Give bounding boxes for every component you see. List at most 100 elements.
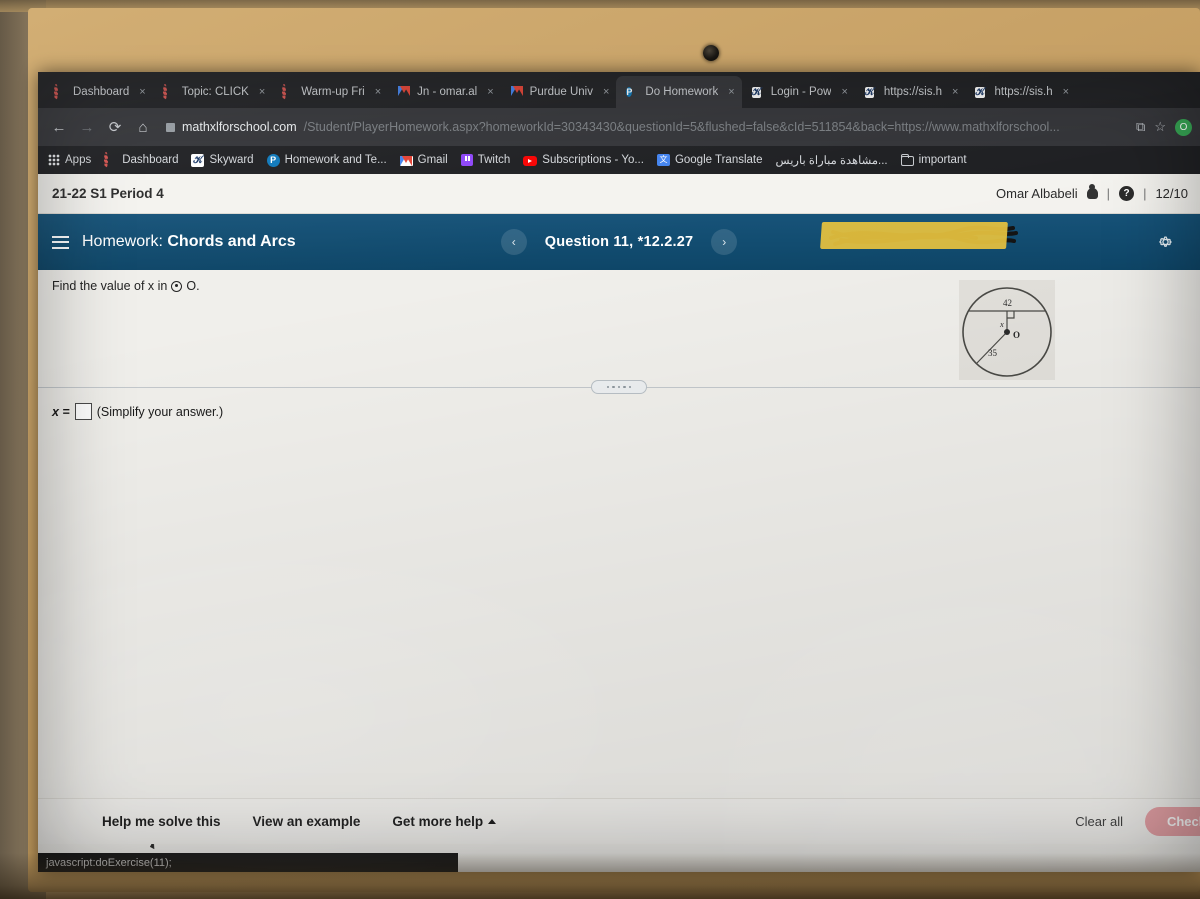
- yellow-highlighter-mark: [820, 222, 1008, 249]
- hamburger-icon[interactable]: [52, 235, 69, 249]
- address-bar[interactable]: mathxlforschool.com /Student/PlayerHomew…: [166, 114, 1126, 140]
- figure-chord-label: 42: [1003, 298, 1012, 308]
- tab-gmail-jn[interactable]: Jn - omar.al ×: [388, 76, 501, 108]
- bookmark-skyward[interactable]: 𝒦 Skyward: [191, 153, 254, 167]
- tab-sis-2[interactable]: 𝒦 https://sis.h ×: [965, 76, 1076, 108]
- get-more-help-button[interactable]: Get more help: [392, 814, 497, 829]
- tab-warm-up[interactable]: Warm-up Fri ×: [272, 76, 388, 108]
- desk-bottom-shadow: [0, 853, 1200, 899]
- bookmark-gmail[interactable]: Gmail: [399, 154, 448, 166]
- browser-window: Dashboard × Topic: CLICK × Warm-up Fri ×…: [38, 72, 1200, 872]
- install-app-icon[interactable]: ⧉: [1136, 119, 1145, 135]
- tab-sis-1[interactable]: 𝒦 https://sis.h ×: [855, 76, 966, 108]
- bookmark-twitch[interactable]: Twitch: [460, 154, 510, 166]
- homework-header: Homework: Chords and Arcs ‹ Question 11,…: [38, 214, 1200, 270]
- bookmark-homework-and-tests[interactable]: P Homework and Te...: [266, 153, 387, 167]
- ring-icon: [162, 83, 176, 100]
- bookmark-label: Homework and Te...: [284, 154, 387, 166]
- prompt-suffix: O.: [186, 279, 200, 293]
- tab-label: Warm-up Fri: [301, 86, 365, 98]
- tab-close-icon[interactable]: ×: [603, 86, 609, 98]
- bookmark-google-translate[interactable]: 文 Google Translate: [656, 154, 763, 166]
- gmail-icon: [511, 86, 524, 99]
- splitter-handle[interactable]: [591, 380, 647, 394]
- redacted-region: [820, 216, 1021, 252]
- laptop-photo: Dashboard × Topic: CLICK × Warm-up Fri ×…: [0, 0, 1200, 899]
- bookmarks-bar: Apps Dashboard 𝒦 Skyward P Homework and …: [38, 146, 1200, 174]
- tab-close-icon[interactable]: ×: [728, 86, 734, 98]
- bookmark-dashboard[interactable]: Dashboard: [104, 151, 179, 168]
- next-question-button[interactable]: ›: [711, 229, 738, 255]
- ring-icon: [54, 83, 67, 100]
- tab-label: Login - Pow: [770, 86, 832, 98]
- help-links: Help me solve this View an example Get m…: [102, 814, 497, 829]
- tab-login-powerschool[interactable]: 𝒦 Login - Pow ×: [742, 76, 855, 108]
- check-answer-button[interactable]: Check: [1144, 807, 1200, 836]
- user-name[interactable]: Omar Albabeli: [996, 186, 1078, 201]
- bookmark-label: Subscriptions - Yo...: [542, 154, 644, 166]
- clear-all-button[interactable]: Clear all: [1075, 814, 1123, 829]
- user-icon[interactable]: [1086, 184, 1098, 199]
- bookmark-apps[interactable]: Apps: [48, 154, 91, 166]
- answer-input[interactable]: [74, 403, 92, 420]
- bookmark-important-folder[interactable]: important: [900, 153, 967, 166]
- tab-label: https://sis.h: [994, 86, 1053, 98]
- back-button[interactable]: ←: [46, 114, 72, 140]
- tab-close-icon[interactable]: ×: [487, 86, 493, 98]
- homework-name: Chords and Arcs: [167, 233, 296, 250]
- figure-center-label: O: [1013, 330, 1020, 340]
- answer-hint: (Simplify your answer.): [96, 404, 224, 419]
- tab-close-icon[interactable]: ×: [1063, 86, 1069, 98]
- bookmark-label: Skyward: [209, 154, 254, 166]
- previous-question-button[interactable]: ‹: [500, 229, 527, 255]
- forward-button[interactable]: →: [74, 114, 100, 140]
- bookmark-subscriptions[interactable]: Subscriptions - Yo...: [523, 154, 644, 166]
- answer-row: x = (Simplify your answer.): [52, 403, 223, 420]
- geometry-figure: 42 x O 35: [959, 280, 1055, 380]
- bookmark-star-icon[interactable]: ☆: [1154, 119, 1166, 135]
- gear-icon[interactable]: [1157, 234, 1174, 251]
- gmail-icon: [399, 156, 413, 166]
- bookmark-label: Dashboard: [122, 154, 179, 166]
- page-info-icon[interactable]: [166, 122, 175, 132]
- powerschool-icon: 𝒦: [975, 86, 985, 98]
- tab-topic-click[interactable]: Topic: CLICK ×: [153, 76, 273, 108]
- home-button[interactable]: ⌂: [130, 114, 156, 140]
- apps-grid-icon: [48, 154, 60, 166]
- homework-label: Homework:: [82, 233, 163, 250]
- url-path: /Student/PlayerHomework.aspx?homeworkId=…: [303, 120, 1060, 134]
- webcam-icon: [703, 45, 719, 61]
- tab-label: Jn - omar.al: [417, 86, 478, 98]
- homework-title: Homework: Chords and Arcs: [82, 233, 296, 251]
- caret-up-icon: [488, 819, 497, 824]
- view-an-example-link[interactable]: View an example: [253, 814, 361, 829]
- figure-radius-label: 35: [988, 348, 998, 358]
- help-icon[interactable]: ?: [1119, 186, 1135, 201]
- reload-button[interactable]: ⟳: [102, 114, 128, 140]
- tab-close-icon[interactable]: ×: [375, 86, 381, 98]
- figure-distance-label: x: [999, 319, 1004, 329]
- tab-dashboard[interactable]: Dashboard ×: [44, 76, 153, 108]
- browser-toolbar: ← → ⟳ ⌂ mathxlforschool.com /Student/Pla…: [38, 108, 1200, 146]
- tab-close-icon[interactable]: ×: [952, 86, 958, 98]
- tab-close-icon[interactable]: ×: [259, 86, 265, 98]
- mathxl-page: 21-22 S1 Period 4 Omar Albabeli | ? | 12…: [38, 174, 1200, 872]
- tab-do-homework[interactable]: P Do Homework ×: [616, 76, 742, 108]
- tab-purdue[interactable]: Purdue Univ ×: [501, 76, 617, 108]
- circle-o-icon: [171, 280, 183, 292]
- course-bar-actions: Omar Albabeli | ? | 12/10: [996, 184, 1188, 201]
- profile-avatar[interactable]: O: [1175, 118, 1192, 136]
- divider: |: [1143, 186, 1147, 201]
- folder-icon: [900, 153, 914, 166]
- tab-label: Topic: CLICK: [181, 86, 249, 98]
- toolbar-actions: ⧉ ☆ O: [1128, 118, 1192, 136]
- tab-close-icon[interactable]: ×: [139, 86, 145, 98]
- gmail-icon: [398, 86, 411, 99]
- skyward-icon: 𝒦: [191, 153, 205, 167]
- tab-close-icon[interactable]: ×: [841, 86, 847, 98]
- course-title: 21-22 S1 Period 4: [52, 186, 164, 201]
- question-body: Find the value of x in O. 42 x O 35 x = …: [38, 270, 1200, 850]
- bookmark-arabic-match[interactable]: مشاهدة مباراة باريس...: [776, 153, 888, 167]
- help-me-solve-this-link[interactable]: Help me solve this: [102, 814, 221, 829]
- pearson-icon: P: [266, 153, 280, 167]
